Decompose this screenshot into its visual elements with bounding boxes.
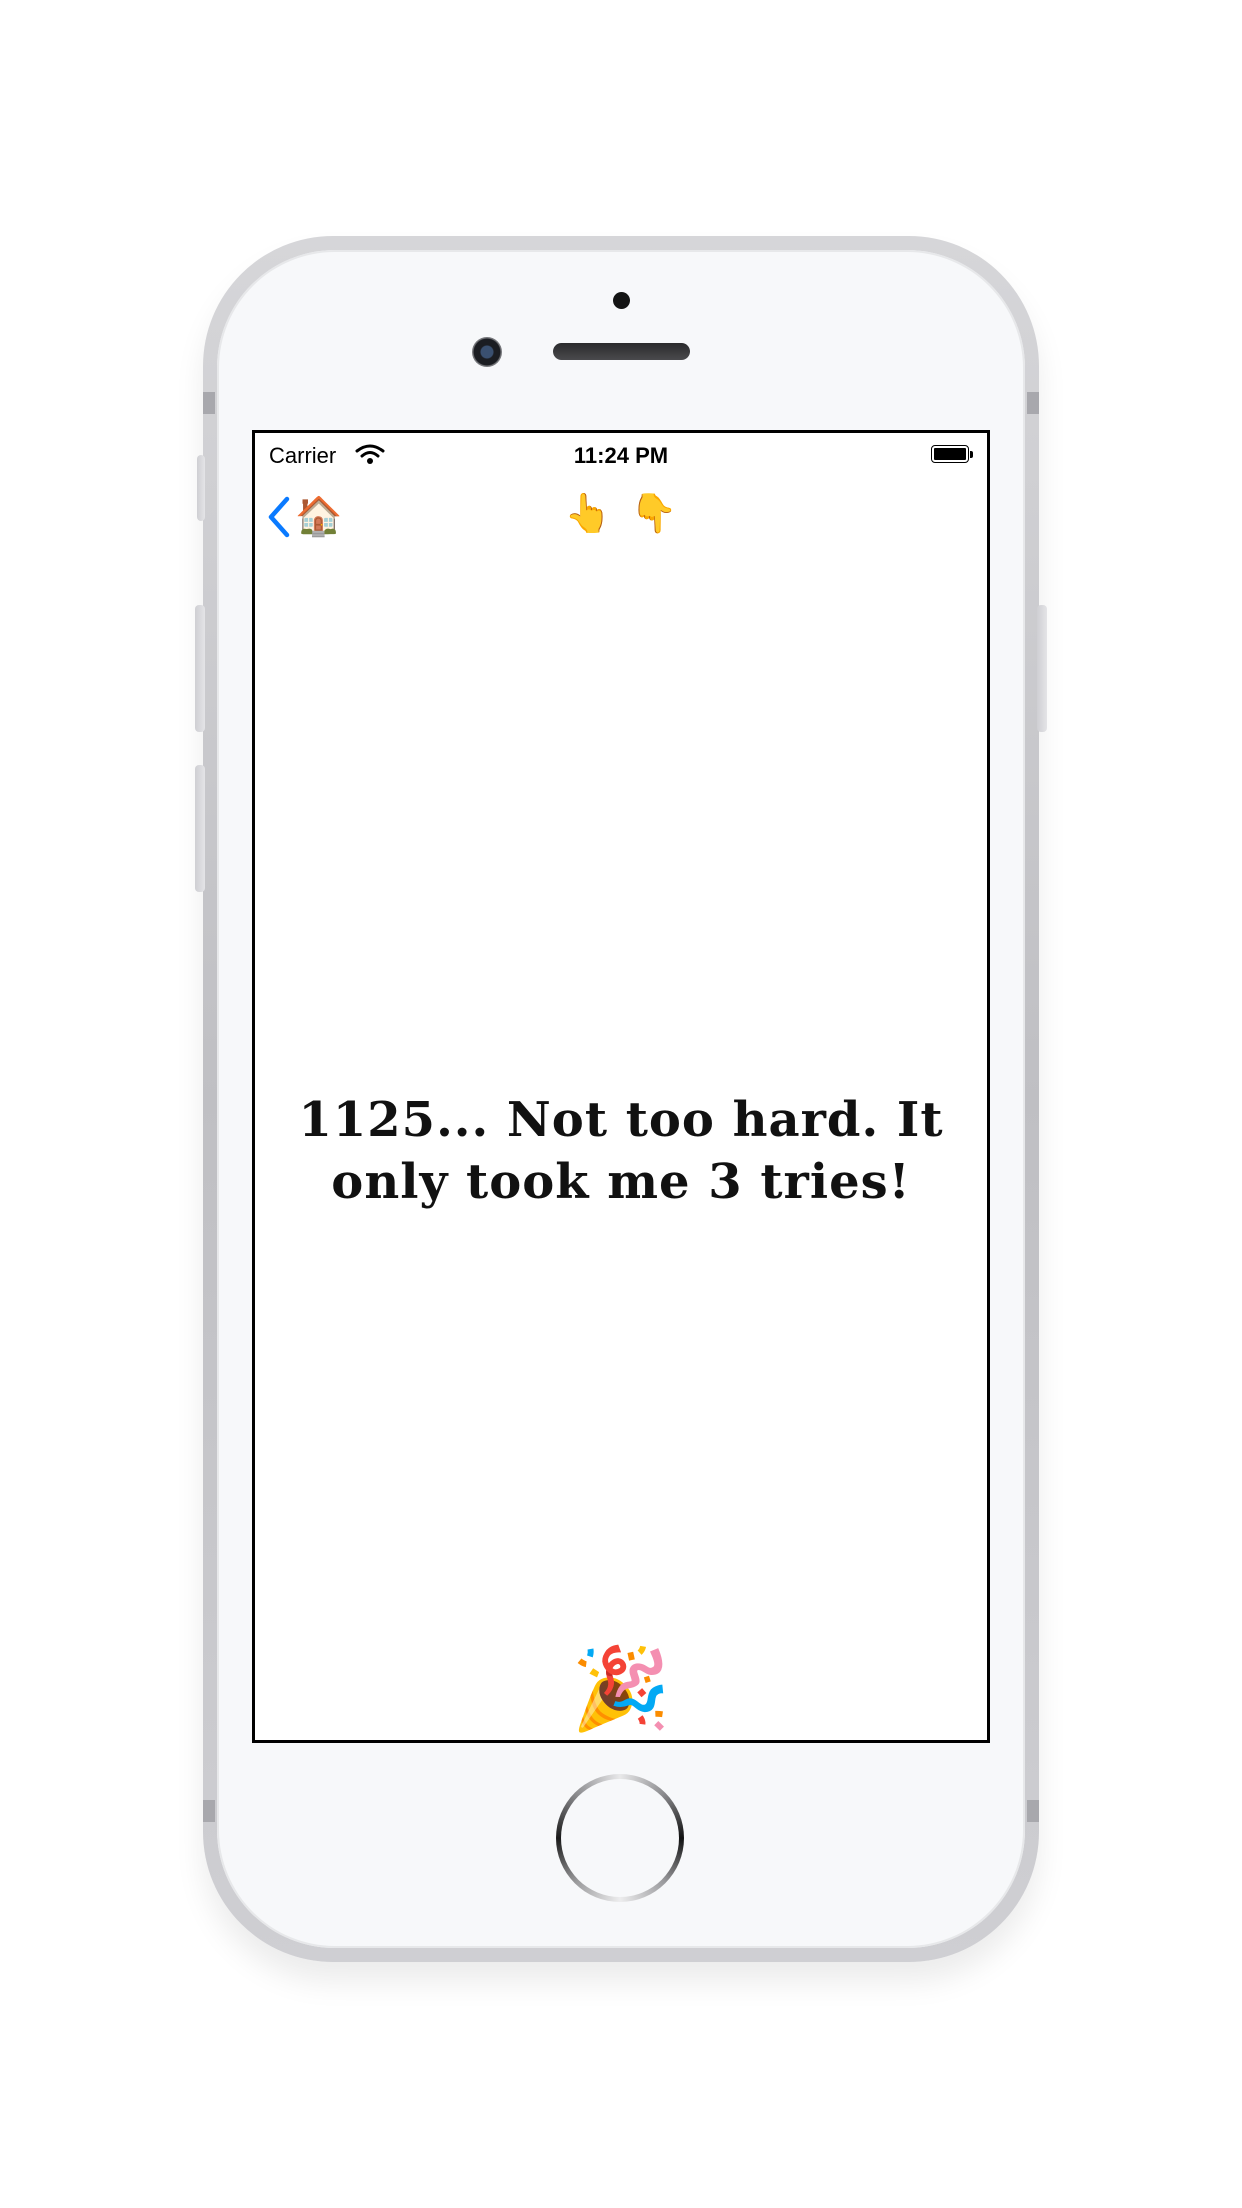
battery-icon bbox=[931, 445, 975, 465]
pointing-down-icon: 👇 bbox=[630, 493, 678, 535]
status-bar: Carrier 11:24 PM bbox=[255, 433, 987, 477]
navigation-bar: 🏠 👆 👇 bbox=[255, 487, 987, 547]
home-button[interactable] bbox=[556, 1774, 684, 1902]
proximity-sensor bbox=[613, 292, 630, 309]
result-message: 1125... Not too hard. It only took me 3 … bbox=[298, 1092, 944, 1210]
power-button bbox=[1037, 605, 1047, 732]
front-camera bbox=[472, 337, 502, 367]
app-screen: Carrier 11:24 PM 🏠 👆 👇 1125... Not too h… bbox=[252, 430, 990, 1743]
antenna-line-top-left bbox=[203, 392, 215, 414]
mute-switch bbox=[197, 455, 205, 521]
earpiece-speaker bbox=[553, 343, 690, 360]
volume-up-button bbox=[195, 605, 205, 732]
volume-down-button bbox=[195, 765, 205, 892]
antenna-line-top-right bbox=[1027, 392, 1039, 414]
party-popper-icon: 🎉 bbox=[571, 1644, 671, 1733]
antenna-line-bottom-right bbox=[1027, 1800, 1039, 1822]
antenna-line-bottom-left bbox=[203, 1800, 215, 1822]
device-stage: Carrier 11:24 PM 🏠 👆 👇 1125... Not too h… bbox=[0, 0, 1242, 2208]
nav-title: 👆 👇 bbox=[255, 495, 987, 533]
status-time: 11:24 PM bbox=[573, 443, 669, 468]
pointing-up-icon: 👆 bbox=[564, 493, 612, 535]
